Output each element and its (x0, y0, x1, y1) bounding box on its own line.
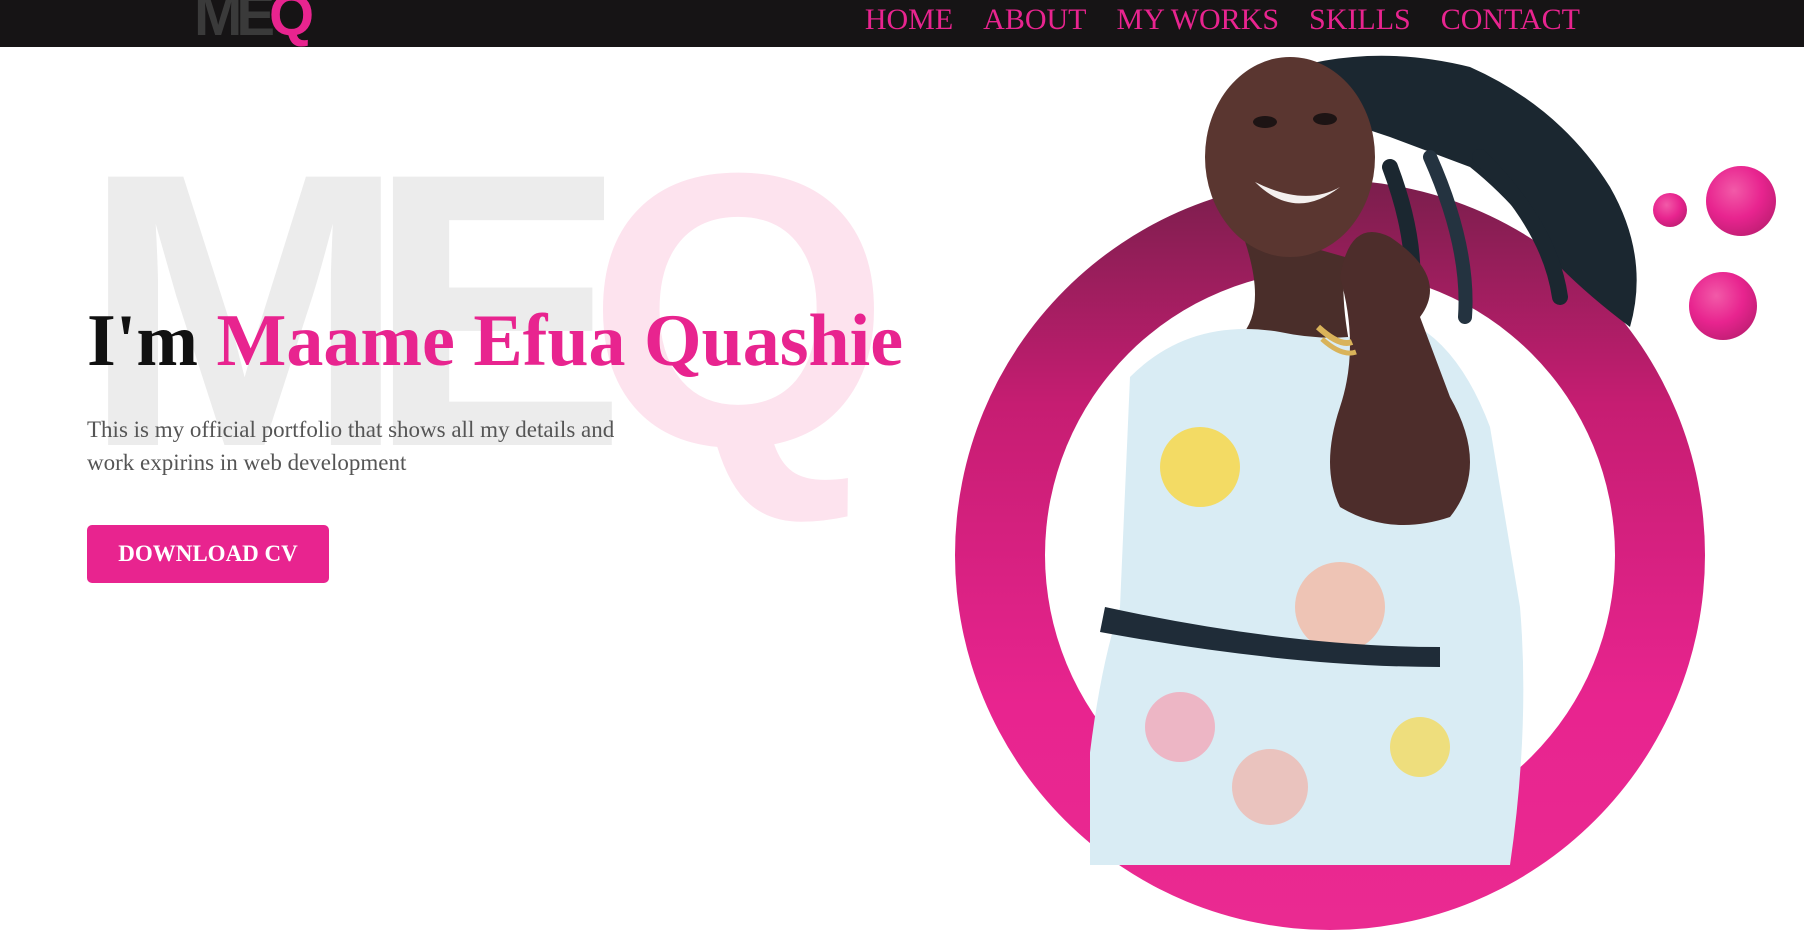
download-cv-button[interactable]: DOWNLOAD CV (87, 525, 329, 583)
nav-contact-link[interactable]: CONTACT (1441, 2, 1580, 38)
nav-home-link[interactable]: HOME (865, 2, 953, 38)
hero-headline: I'm Maame Efua Quashie (87, 298, 903, 384)
owner-name: Maame Efua Quashie (216, 300, 904, 382)
decorative-bubble-medium (1689, 272, 1757, 340)
site-logo[interactable]: MEQ (194, 0, 314, 46)
nav-my-works-link[interactable]: MY WORKS (1117, 2, 1280, 38)
top-navbar: MEQ HOME ABOUT MY WORKS SKILLS CONTACT (0, 0, 1804, 47)
nav-skills-link[interactable]: SKILLS (1309, 2, 1411, 38)
greeting-text: I'm (87, 300, 198, 382)
face-shape (1205, 57, 1375, 257)
main-nav: HOME ABOUT MY WORKS SKILLS CONTACT (865, 0, 1580, 40)
profile-photo (1090, 55, 1637, 865)
hero-intro-text: This is my official portfolio that shows… (87, 417, 615, 475)
decorative-bubble-large (1706, 166, 1776, 236)
nav-about-link[interactable]: ABOUT (983, 2, 1086, 38)
